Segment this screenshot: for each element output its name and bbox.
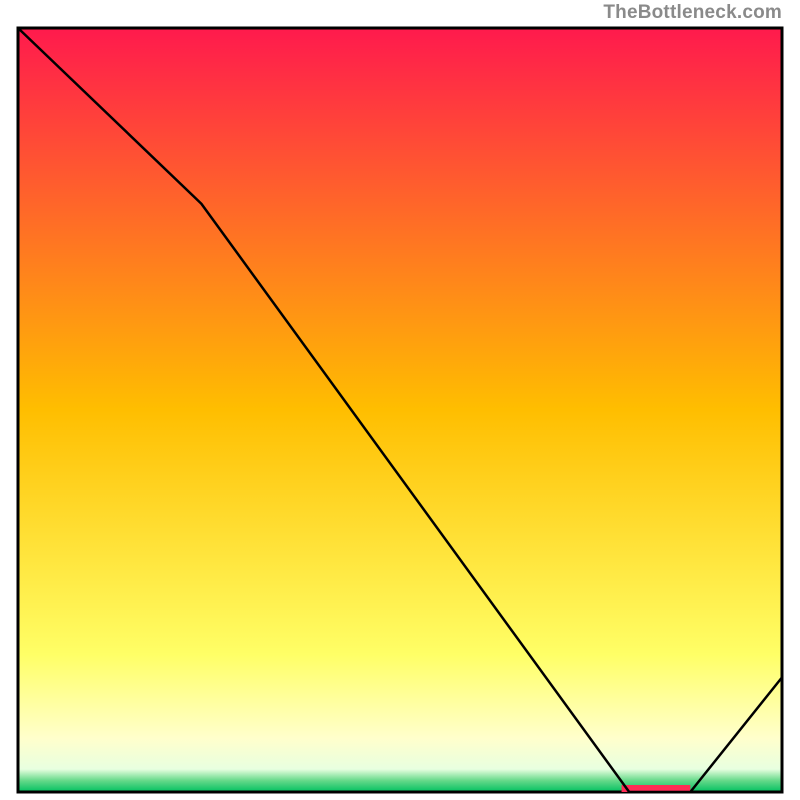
plot-background <box>18 28 782 792</box>
chart-container: TheBottleneck.com <box>0 0 800 800</box>
chart-svg <box>0 0 800 800</box>
